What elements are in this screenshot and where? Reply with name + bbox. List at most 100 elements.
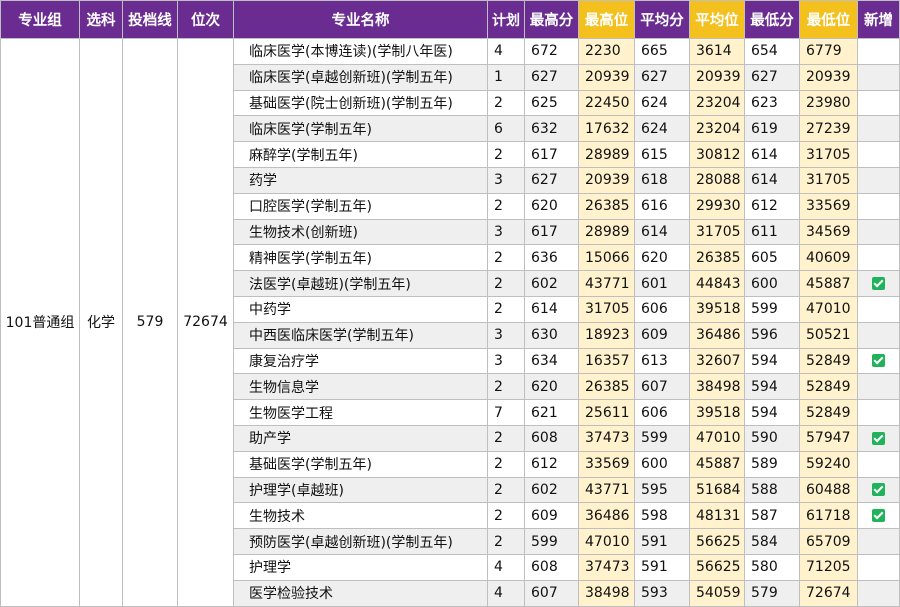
new-cell [857, 424, 900, 452]
check-icon [872, 354, 885, 368]
plan-cell: 2 [487, 141, 525, 168]
min-rank-cell: 47010 [799, 295, 858, 323]
min-rank-cell: 45887 [799, 270, 858, 297]
min-score-cell: 594 [744, 373, 800, 401]
header-row: 专业组 选科 投档线 位次 专业名称 计划 最高分 最高位 平均分 平均位 最低… [0, 0, 900, 39]
max-rank-cell: 20939 [578, 166, 635, 194]
plan-cell: 2 [487, 270, 525, 297]
min-score-cell: 590 [744, 424, 800, 452]
major-name-cell: 临床医学(卓越创新班)(学制五年) [233, 63, 488, 91]
min-score-cell: 623 [744, 89, 800, 117]
plan-cell: 2 [487, 192, 525, 220]
major-name-cell: 基础医学(学制五年) [233, 450, 488, 478]
avg-rank-cell: 39518 [689, 399, 745, 426]
min-rank-cell: 65709 [799, 528, 858, 555]
major-name-cell: 法医学(卓越班)(学制五年) [233, 270, 488, 297]
min-rank-cell: 34569 [799, 218, 858, 246]
avg-rank-cell: 28088 [689, 166, 745, 194]
header-max-rank: 最高位 [578, 0, 635, 39]
avg-score-cell: 593 [634, 579, 690, 607]
avg-score-cell: 614 [634, 218, 690, 246]
max-rank-cell: 37473 [578, 424, 635, 452]
new-cell [857, 89, 900, 117]
min-score-cell: 584 [744, 528, 800, 555]
max-rank-cell: 15066 [578, 244, 635, 272]
check-icon [872, 431, 885, 445]
new-cell [857, 450, 900, 478]
plan-cell: 2 [487, 295, 525, 323]
avg-rank-cell: 32607 [689, 347, 745, 375]
avg-score-cell: 607 [634, 373, 690, 401]
table-row: 101普通组 化学 579 72674 临床医学(本博连读)(学制八年医) 4 672 223… [0, 38, 900, 607]
major-name-cell: 口腔医学(学制五年) [233, 192, 488, 220]
avg-score-cell: 613 [634, 347, 690, 375]
min-rank-cell: 23980 [799, 89, 858, 117]
min-score-cell: 600 [744, 270, 800, 297]
min-score-cell: 599 [744, 295, 800, 323]
avg-rank-cell: 39518 [689, 295, 745, 323]
max-score-cell: 634 [524, 347, 579, 375]
new-cell [857, 141, 900, 168]
avg-rank-cell: 3614 [689, 38, 745, 65]
plan-cell: 4 [487, 38, 525, 65]
major-name-cell: 康复治疗学 [233, 347, 488, 375]
plan-cell: 2 [487, 244, 525, 272]
max-rank-cell: 28989 [578, 141, 635, 168]
new-cell [857, 38, 900, 65]
max-rank-cell: 26385 [578, 373, 635, 401]
max-rank-cell: 20939 [578, 63, 635, 91]
cutoff-cell: 579 [122, 38, 178, 607]
avg-rank-cell: 47010 [689, 424, 745, 452]
plan-cell: 2 [487, 476, 525, 504]
check-icon [872, 277, 885, 291]
max-score-cell: 621 [524, 399, 579, 426]
max-rank-cell: 37473 [578, 553, 635, 581]
plan-cell: 7 [487, 399, 525, 426]
avg-rank-cell: 23204 [689, 115, 745, 143]
new-cell [857, 502, 900, 530]
avg-score-cell: 606 [634, 399, 690, 426]
max-rank-cell: 31705 [578, 295, 635, 323]
header-min-rank: 最低位 [799, 0, 858, 39]
max-score-cell: 612 [524, 450, 579, 478]
avg-score-cell: 627 [634, 63, 690, 91]
max-score-cell: 620 [524, 373, 579, 401]
major-name-cell: 护理学 [233, 553, 488, 581]
plan-cell: 1 [487, 63, 525, 91]
avg-rank-cell: 56625 [689, 553, 745, 581]
min-score-cell: 614 [744, 141, 800, 168]
max-score-cell: 630 [524, 321, 579, 349]
new-cell [857, 399, 900, 426]
min-rank-cell: 72674 [799, 579, 858, 607]
avg-rank-cell: 54059 [689, 579, 745, 607]
min-rank-cell: 71205 [799, 553, 858, 581]
header-group: 专业组 [0, 0, 80, 39]
max-rank-cell: 25611 [578, 399, 635, 426]
min-score-cell: 580 [744, 553, 800, 581]
avg-rank-cell: 29930 [689, 192, 745, 220]
avg-score-cell: 599 [634, 424, 690, 452]
avg-rank-cell: 51684 [689, 476, 745, 504]
min-rank-cell: 57947 [799, 424, 858, 452]
max-score-cell: 627 [524, 166, 579, 194]
min-rank-cell: 20939 [799, 63, 858, 91]
max-score-cell: 608 [524, 553, 579, 581]
min-rank-cell: 52849 [799, 347, 858, 375]
header-new: 新增 [857, 0, 900, 39]
min-score-cell: 627 [744, 63, 800, 91]
min-rank-cell: 31705 [799, 141, 858, 168]
new-cell [857, 321, 900, 349]
plan-cell: 2 [487, 528, 525, 555]
check-icon [872, 483, 885, 497]
avg-rank-cell: 30812 [689, 141, 745, 168]
new-cell [857, 270, 900, 297]
header-avg-rank: 平均位 [689, 0, 745, 39]
new-cell [857, 115, 900, 143]
major-name-cell: 临床医学(学制五年) [233, 115, 488, 143]
min-score-cell: 611 [744, 218, 800, 246]
avg-score-cell: 606 [634, 295, 690, 323]
min-rank-cell: 40609 [799, 244, 858, 272]
max-score-cell: 636 [524, 244, 579, 272]
header-max-score: 最高分 [524, 0, 579, 39]
max-rank-cell: 43771 [578, 270, 635, 297]
